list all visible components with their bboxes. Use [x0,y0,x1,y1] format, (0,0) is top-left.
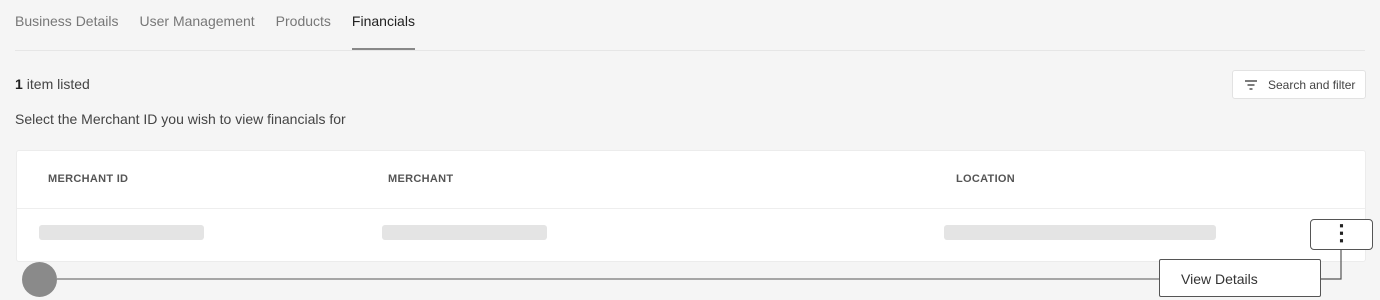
pointer-indicator [22,262,57,297]
row-actions-menu: View Details [1159,259,1321,297]
more-vertical-icon: ⋮ [1330,219,1353,245]
menu-item-view-details[interactable]: View Details [1181,271,1258,287]
callout-connector [57,248,1342,280]
row-actions-button[interactable]: ⋮ [1310,219,1373,250]
